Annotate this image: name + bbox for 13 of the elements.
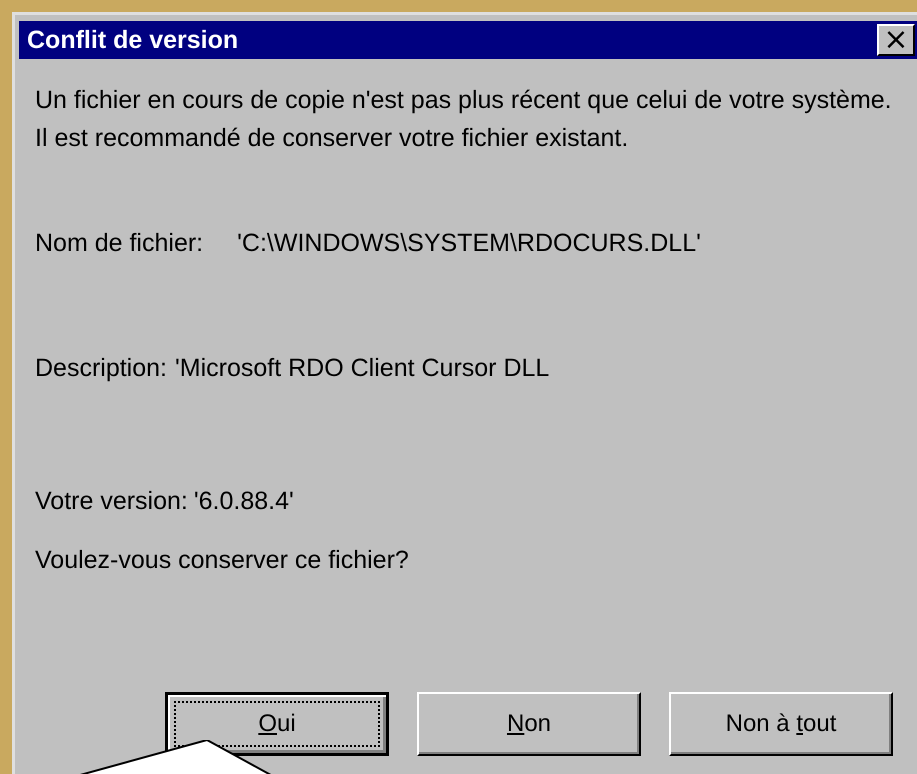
field-label: Nom de fichier: (35, 229, 204, 258)
message-text: Un fichier en cours de copie n'est pas plus récent que celui de votre système. Il est recommandé de conserver votre fichier existant. (35, 85, 893, 154)
window-title: Conflit de version (27, 26, 238, 54)
dialog-button[interactable]: Oui (165, 692, 389, 756)
field-label: Votre version: (35, 487, 188, 516)
field-value: 'C:\WINDOWS\SYSTEM\RDOCURS.DLL' (237, 229, 701, 258)
field-value: '6.0.88.4' (194, 487, 294, 516)
question-text: Voulez-vous conserver ce fichier? (35, 546, 410, 575)
field-label: Description: (35, 354, 167, 383)
dialog-button[interactable]: Non (417, 692, 641, 756)
field-value: 'Microsoft RDO Client Cursor DLL (175, 354, 550, 383)
dialog-button[interactable]: Non à tout (669, 692, 893, 756)
close-button[interactable]: × (877, 24, 915, 56)
